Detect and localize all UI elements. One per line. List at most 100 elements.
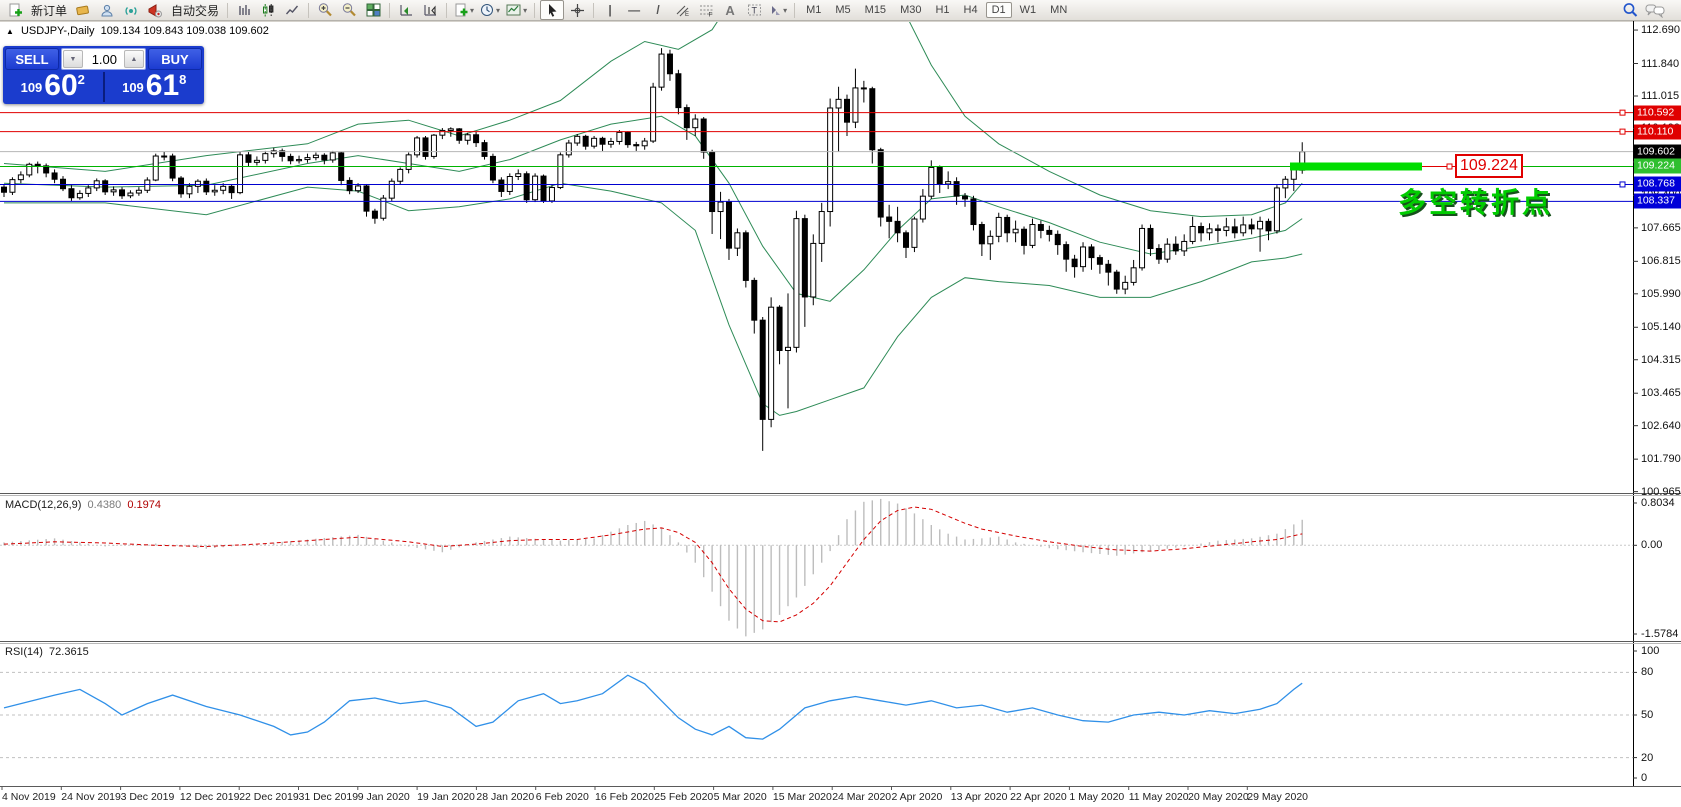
price-axis-tick: 107.665 [1641, 222, 1681, 234]
fibonacci-icon: F [699, 3, 714, 17]
line-chart-button[interactable] [281, 1, 303, 19]
chart-ohlc-values: 109.134 109.843 109.038 109.602 [101, 25, 269, 37]
funds-button[interactable] [72, 1, 94, 19]
text-label-tool[interactable]: T [743, 1, 765, 19]
chat-icon [1645, 3, 1665, 18]
new-order-button[interactable] [4, 1, 26, 19]
separator [227, 3, 228, 18]
date-label: 4 Nov 2019 [2, 791, 56, 803]
sell-price[interactable]: 109 60 2 [3, 72, 105, 102]
macd-label: MACD(12,26,9) 0.4380 0.1974 [5, 499, 161, 511]
date-label: 29 May 2020 [1247, 791, 1308, 803]
add-indicator-button[interactable]: ▾ [452, 1, 476, 19]
separator [446, 3, 447, 18]
toolbar: 新订单 自动交易 ▾ ▾ ▾ [0, 0, 1681, 21]
new-order-label[interactable]: 新订单 [28, 1, 70, 19]
tab-timeframe-h1[interactable]: H1 [929, 2, 955, 18]
volume-decrease-button[interactable]: ▼ [63, 50, 83, 68]
date-label: 22 Dec 2019 [239, 791, 299, 803]
crosshair-icon [570, 3, 585, 18]
zoom-out-button[interactable] [338, 1, 360, 19]
chinese-annotation[interactable]: 多空转折点 [1398, 181, 1553, 221]
tab-timeframe-mn[interactable]: MN [1044, 2, 1073, 18]
templates-button[interactable]: ▾ [504, 1, 529, 19]
arrows-tool[interactable]: ▾ [767, 1, 789, 19]
tab-timeframe-w1[interactable]: W1 [1014, 2, 1043, 18]
tab-timeframe-m30[interactable]: M30 [894, 2, 927, 18]
tab-timeframe-m15[interactable]: M15 [859, 2, 892, 18]
tile-windows-button[interactable] [362, 1, 384, 19]
price-axis-tick: 100.965 [1641, 486, 1681, 498]
horizontal-line-tool[interactable]: — [623, 1, 645, 19]
date-label: 28 Jan 2020 [476, 791, 534, 803]
bar-chart-icon [237, 3, 251, 17]
autotrading-label[interactable]: 自动交易 [168, 1, 222, 19]
search-button[interactable] [1619, 1, 1641, 19]
highlight-bar [1290, 162, 1422, 170]
bar-chart-button[interactable] [233, 1, 255, 19]
signals-button[interactable] [120, 1, 142, 19]
tab-timeframe-m5[interactable]: M5 [829, 2, 856, 18]
buy-button[interactable]: BUY [148, 48, 202, 70]
periods-button[interactable]: ▾ [478, 1, 502, 19]
price-axis-tick: 105.140 [1641, 321, 1681, 333]
date-label: 15 Mar 2020 [773, 791, 832, 803]
profile-button[interactable] [96, 1, 118, 19]
chart-title: ▲ USDJPY-,Daily 109.134 109.843 109.038 … [6, 25, 269, 37]
svg-text:T: T [751, 6, 757, 16]
date-label: 9 Jan 2020 [358, 791, 410, 803]
autotrading-button[interactable] [144, 1, 166, 19]
zoom-in-button[interactable] [314, 1, 336, 19]
macd-axis-tick: -1.5784 [1641, 628, 1678, 640]
price-axis-tick: 103.465 [1641, 387, 1681, 399]
chart-shift-button[interactable] [419, 1, 441, 19]
channel-icon: E [675, 3, 690, 17]
date-label: 24 Nov 2019 [61, 791, 121, 803]
chat-button[interactable] [1643, 1, 1667, 19]
price-axis-tick: 106.815 [1641, 255, 1681, 267]
macd-histogram-layer [4, 499, 1302, 636]
price-callout-label[interactable]: 109.224 [1455, 154, 1523, 178]
sell-button[interactable]: SELL [5, 48, 59, 70]
fibonacci-tool[interactable]: F [695, 1, 717, 19]
tab-timeframe-d1[interactable]: D1 [986, 2, 1012, 18]
date-label: 22 Apr 2020 [1010, 791, 1067, 803]
text-label-icon: T [747, 3, 762, 17]
dropdown-caret-icon: ▾ [496, 6, 500, 15]
chart-symbol: USDJPY-,Daily [21, 25, 95, 37]
vertical-line-tool[interactable]: | [599, 1, 621, 19]
rsi-line [4, 675, 1302, 739]
chart-shift-icon [423, 3, 438, 17]
macd-signal-value: 0.1974 [127, 499, 161, 511]
buy-price[interactable]: 109 61 8 [105, 72, 205, 102]
price-tag-108.337: 108.337 [1634, 194, 1681, 209]
candlestick-button[interactable] [257, 1, 279, 19]
crosshair-button[interactable] [566, 1, 588, 19]
add-indicator-icon [454, 3, 469, 18]
separator [308, 3, 309, 18]
separator [389, 3, 390, 18]
cursor-icon [546, 3, 559, 17]
text-tool[interactable]: A [719, 1, 741, 19]
tab-timeframe-h4[interactable]: H4 [958, 2, 984, 18]
bollinger-lower [4, 183, 1302, 415]
rsi-axis-tick: 50 [1641, 709, 1653, 721]
zoom-out-icon [341, 2, 357, 18]
volume-value[interactable]: 1.00 [84, 49, 123, 69]
rsi-axis-tick: 80 [1641, 666, 1653, 678]
chart-canvas[interactable] [0, 0, 1681, 807]
cursor-button[interactable] [540, 0, 564, 20]
line-chart-icon [285, 3, 299, 17]
price-axis-tick: 105.990 [1641, 288, 1681, 300]
auto-scroll-button[interactable] [395, 1, 417, 19]
channel-tool[interactable]: E [671, 1, 693, 19]
price-tag-110.592: 110.592 [1634, 105, 1681, 120]
dropdown-caret-icon: ▾ [470, 6, 474, 15]
volume-increase-button[interactable]: ▲ [124, 50, 144, 68]
trendline-tool[interactable]: / [647, 1, 669, 19]
date-label: 25 Feb 2020 [654, 791, 713, 803]
tab-timeframe-m1[interactable]: M1 [800, 2, 827, 18]
date-label: 5 Mar 2020 [714, 791, 767, 803]
price-tag-110.110: 110.110 [1634, 124, 1681, 139]
svg-text:E: E [685, 12, 689, 17]
